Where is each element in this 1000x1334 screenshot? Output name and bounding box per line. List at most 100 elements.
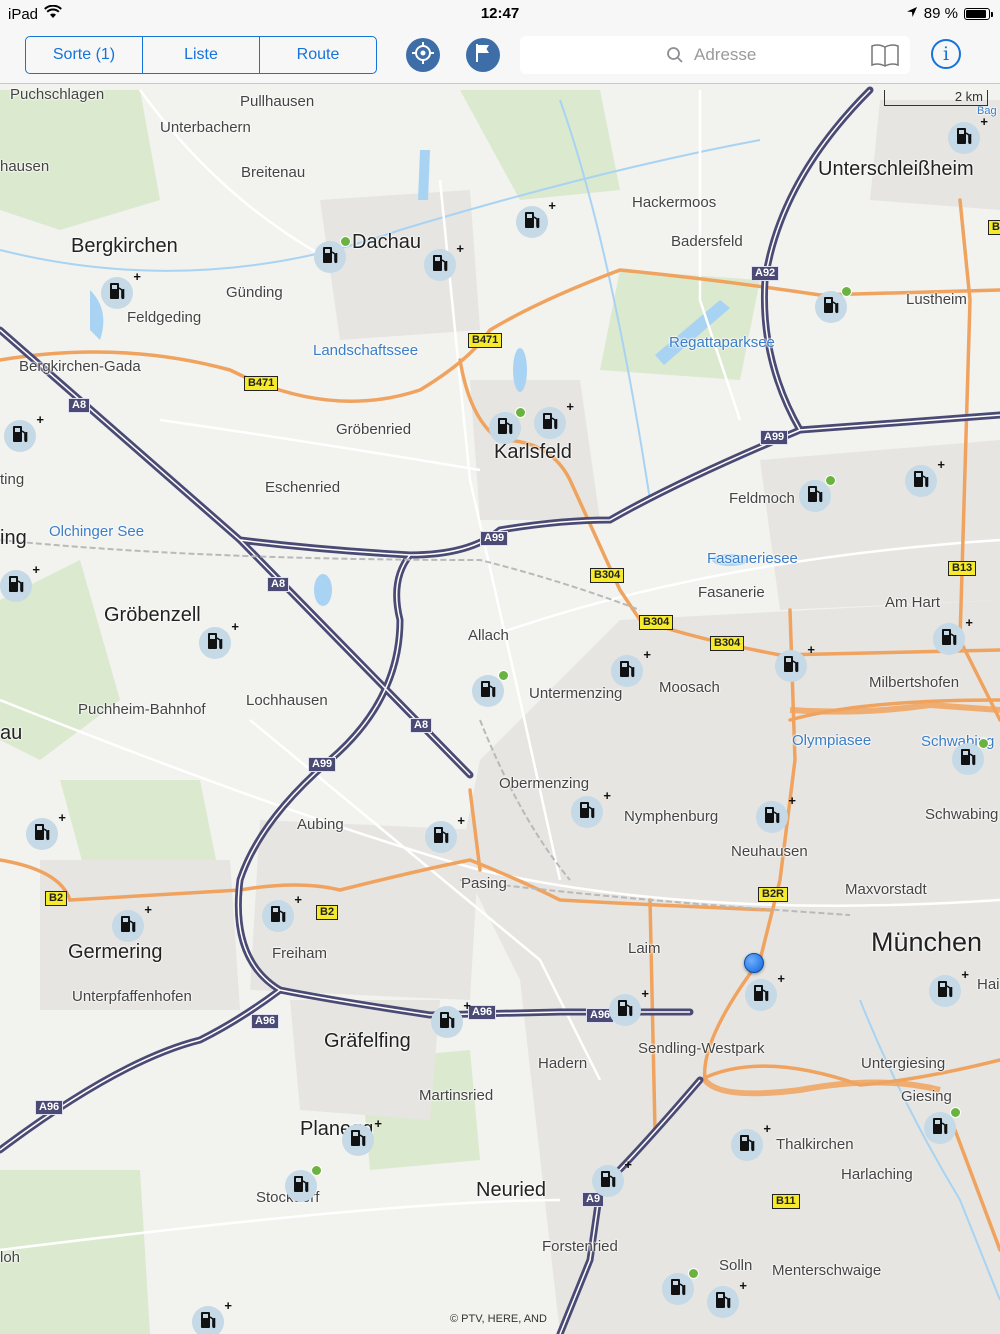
fuel-pump-icon	[763, 805, 781, 830]
fuel-station-marker[interactable]: +	[101, 269, 141, 309]
plus-icon: +	[144, 902, 152, 917]
fuel-station-marker[interactable]: +	[609, 986, 649, 1026]
open-status-dot	[340, 236, 351, 247]
place-label: Gröbenzell	[104, 604, 201, 626]
fuel-pump-icon	[33, 822, 51, 847]
place-label: Harlaching	[841, 1166, 913, 1183]
fuel-station-marker[interactable]: +	[192, 1298, 232, 1334]
fuel-station-marker[interactable]: +	[929, 967, 969, 1007]
fuel-station-marker[interactable]	[924, 1107, 961, 1144]
fuel-station-marker[interactable]	[815, 286, 852, 323]
plus-icon: +	[763, 1121, 771, 1136]
place-label: hausen	[0, 158, 50, 175]
fuel-station-marker[interactable]: +	[262, 892, 302, 932]
place-label: Karlsfeld	[494, 441, 572, 463]
fuel-station-marker[interactable]	[489, 407, 526, 444]
fuel-pump-icon	[806, 484, 824, 509]
fuel-pump-icon	[714, 1290, 732, 1315]
fuel-station-marker[interactable]: +	[571, 788, 611, 828]
fuel-station-marker[interactable]: +	[516, 198, 556, 238]
road-shield: A8	[410, 718, 433, 733]
fuel-pump-icon	[822, 295, 840, 320]
fuel-station-marker[interactable]: +	[424, 241, 464, 281]
book-icon[interactable]	[870, 42, 900, 73]
fuel-station-marker[interactable]: +	[431, 998, 471, 1038]
fuel-pump-icon	[108, 281, 126, 306]
fuel-station-marker[interactable]: +	[26, 810, 66, 850]
fuel-pump-icon	[523, 210, 541, 235]
fuel-station-marker[interactable]: +	[199, 619, 239, 659]
fuel-station-marker[interactable]: +	[905, 457, 945, 497]
segment-route[interactable]: Route	[260, 37, 376, 73]
fuel-station-marker[interactable]	[799, 475, 836, 512]
place-label: Thalkirchen	[776, 1136, 854, 1153]
fuel-station-marker[interactable]: +	[731, 1121, 771, 1161]
road-shield: A92	[751, 266, 780, 281]
road-shield: A96	[468, 1005, 497, 1020]
place-label: Lustheim	[906, 291, 967, 308]
place-label: Nymphenburg	[624, 808, 719, 825]
place-label: Schwabing	[925, 806, 999, 823]
fuel-station-marker[interactable]: +	[745, 971, 785, 1011]
road-shield: B471	[244, 376, 279, 391]
info-button[interactable]: i	[931, 39, 961, 69]
place-label: Breitenau	[241, 164, 306, 181]
fuel-station-marker[interactable]: +	[0, 562, 40, 602]
fuel-station-marker[interactable]: +	[948, 114, 988, 154]
road-shield: B	[988, 220, 1000, 235]
locate-icon	[411, 41, 435, 70]
fuel-station-marker[interactable]: +	[611, 647, 651, 687]
place-label: Regattaparksee	[669, 334, 775, 351]
place-label: Freiham	[272, 945, 328, 962]
fuel-station-marker[interactable]: +	[775, 642, 815, 682]
place-label: Pullhausen	[240, 93, 315, 110]
fuel-station-marker[interactable]	[662, 1268, 699, 1305]
plus-icon: +	[807, 642, 815, 657]
place-label: Untermenzing	[529, 685, 623, 702]
place-label: Obermenzing	[499, 775, 590, 792]
fuel-pump-icon	[782, 654, 800, 679]
fuel-station-marker[interactable]: +	[425, 813, 465, 853]
fuel-pump-icon	[752, 983, 770, 1008]
fuel-station-marker[interactable]	[285, 1165, 322, 1202]
plus-icon: +	[641, 986, 649, 1001]
battery-icon	[964, 7, 993, 20]
place-label: Unterbachern	[160, 119, 251, 136]
fuel-station-marker[interactable]: +	[534, 399, 574, 439]
fuel-station-marker[interactable]: +	[933, 615, 973, 655]
locate-button[interactable]	[406, 38, 440, 72]
place-label: Eschenried	[265, 479, 341, 496]
place-label: Aubing	[297, 816, 344, 833]
place-label: Giesing	[901, 1088, 952, 1105]
fuel-station-marker[interactable]: +	[592, 1157, 632, 1197]
open-status-dot	[950, 1107, 961, 1118]
segmented-control: Sorte (1) Liste Route	[25, 36, 377, 74]
fuel-station-marker[interactable]: +	[707, 1278, 747, 1318]
fuel-station-marker[interactable]	[952, 738, 989, 775]
fuel-pump-icon	[7, 574, 25, 599]
search-field[interactable]: Adresse	[520, 36, 910, 74]
road-shield: B304	[590, 568, 625, 583]
road-shield: B304	[639, 615, 674, 630]
road-shield: A8	[68, 398, 91, 413]
fuel-station-marker[interactable]: +	[112, 902, 152, 942]
fuel-station-marker[interactable]: +	[4, 412, 44, 452]
plus-icon: +	[777, 971, 785, 986]
current-location-dot[interactable]	[744, 953, 764, 973]
fuel-station-marker[interactable]	[472, 670, 509, 707]
road-shield: B2	[316, 905, 339, 920]
plus-icon: +	[624, 1157, 632, 1172]
plus-icon: +	[739, 1278, 747, 1293]
place-label: au	[0, 722, 23, 744]
fuel-pump-icon	[541, 411, 559, 436]
open-status-dot	[498, 670, 509, 681]
fuel-station-marker[interactable]	[314, 236, 351, 273]
map-view[interactable]: Puchschlagen Pullhausen Unterbachern hau…	[0, 84, 1000, 1334]
fuel-station-marker[interactable]: +	[756, 793, 796, 833]
fuel-station-marker[interactable]: +	[342, 1116, 382, 1156]
plus-icon: +	[374, 1116, 382, 1131]
place-label: Fasanerie	[698, 584, 765, 601]
segment-liste[interactable]: Liste	[143, 37, 260, 73]
flag-button[interactable]	[466, 38, 500, 72]
segment-sorte[interactable]: Sorte (1)	[26, 37, 143, 73]
